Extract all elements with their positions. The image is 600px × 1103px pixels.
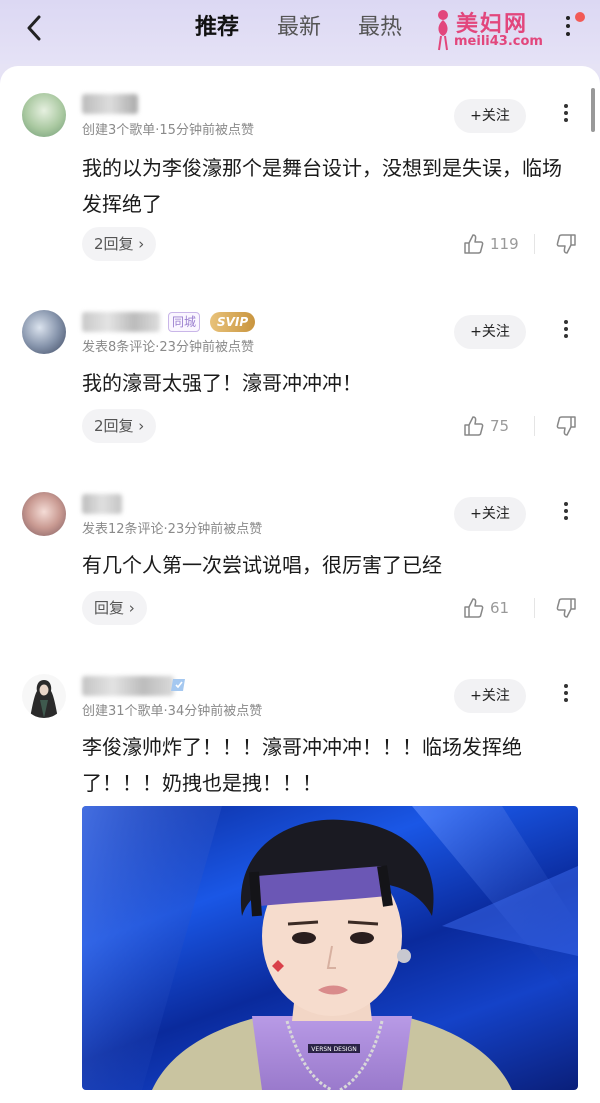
username-blurred[interactable] <box>82 494 122 514</box>
follow-button[interactable]: +关注 <box>454 99 526 133</box>
reply-button[interactable]: 回复 › <box>82 591 147 625</box>
follow-button[interactable]: +关注 <box>454 679 526 713</box>
notification-dot <box>575 12 585 22</box>
thumbs-up-icon <box>464 416 484 436</box>
comment-text: 我的濠哥太强了！濠哥冲冲冲！ <box>82 371 362 395</box>
follow-button[interactable]: +关注 <box>454 315 526 349</box>
tab-recommended[interactable]: 推荐 <box>195 10 239 46</box>
more-options-button[interactable] <box>560 12 576 44</box>
thumbs-down-icon <box>556 416 576 436</box>
reply-button[interactable]: 2回复 › <box>82 227 157 261</box>
comment-text: 有几个人第一次尝试说唱，很厉害了已经 <box>82 553 442 577</box>
like-button[interactable]: 119 <box>462 229 519 259</box>
shirt-label: VERSN DESIGN <box>311 1046 356 1053</box>
comment-meta: 发表12条评论·23分钟前被点赞 <box>82 522 263 537</box>
dislike-button[interactable] <box>556 593 580 623</box>
watermark-logo: 美妇网 meili43.com <box>432 6 552 54</box>
like-button[interactable]: 61 <box>462 593 509 623</box>
comment-more-button[interactable] <box>558 101 574 131</box>
divider <box>534 416 535 436</box>
comment-more-button[interactable] <box>558 681 574 711</box>
like-button[interactable]: 75 <box>462 411 509 441</box>
divider <box>534 234 535 254</box>
avatar-figure-image <box>30 680 58 718</box>
comment-meta: 创建3个歌单·15分钟前被点赞 <box>82 123 254 138</box>
divider <box>534 598 535 618</box>
username-blurred[interactable] <box>82 94 138 114</box>
comment-more-button[interactable] <box>558 317 574 347</box>
comment-text: 李俊濠帅炸了！！！濠哥冲冲冲！！！临场发挥绝了！！！奶拽也是拽！！！ <box>82 735 522 795</box>
tab-hottest[interactable]: 最热 <box>358 10 402 46</box>
follow-button[interactable]: +关注 <box>454 497 526 531</box>
avatar[interactable] <box>22 93 66 137</box>
avatar[interactable] <box>22 310 66 354</box>
username-blurred[interactable] <box>82 312 160 332</box>
watermark-figure-icon <box>438 10 448 51</box>
verified-icon <box>170 676 188 694</box>
thumbs-up-icon <box>464 598 484 618</box>
comment-photo[interactable]: VERSN DESIGN <box>82 806 578 1090</box>
thumbs-up-icon <box>464 234 484 254</box>
top-nav-bar: 推荐 最新 最热 美妇网 meili43.com <box>0 0 600 64</box>
thumbs-down-icon <box>556 598 576 618</box>
tab-latest[interactable]: 最新 <box>277 10 321 46</box>
like-count: 119 <box>490 235 519 253</box>
thumbs-down-icon <box>556 234 576 254</box>
comment-text: 我的以为李俊濠那个是舞台设计，没想到是失误，临场发挥绝了 <box>82 156 562 216</box>
avatar[interactable] <box>22 492 66 536</box>
watermark-url: meili43.com <box>454 34 543 49</box>
scrollbar[interactable] <box>591 88 595 132</box>
comment-meta: 创建31个歌单·34分钟前被点赞 <box>82 704 263 719</box>
photo-portrait-image: VERSN DESIGN <box>82 806 578 1090</box>
same-city-badge: 同城 <box>168 312 201 332</box>
username-blurred[interactable] <box>82 676 174 696</box>
comment-meta: 发表8条评论·23分钟前被点赞 <box>82 340 254 355</box>
svip-badge: SVIP <box>210 312 256 332</box>
dislike-button[interactable] <box>556 411 580 441</box>
like-count: 61 <box>490 599 510 617</box>
reply-button[interactable]: 2回复 › <box>82 409 157 443</box>
dislike-button[interactable] <box>556 229 580 259</box>
avatar[interactable] <box>22 674 66 718</box>
comment-more-button[interactable] <box>558 499 574 529</box>
like-count: 75 <box>490 417 510 435</box>
